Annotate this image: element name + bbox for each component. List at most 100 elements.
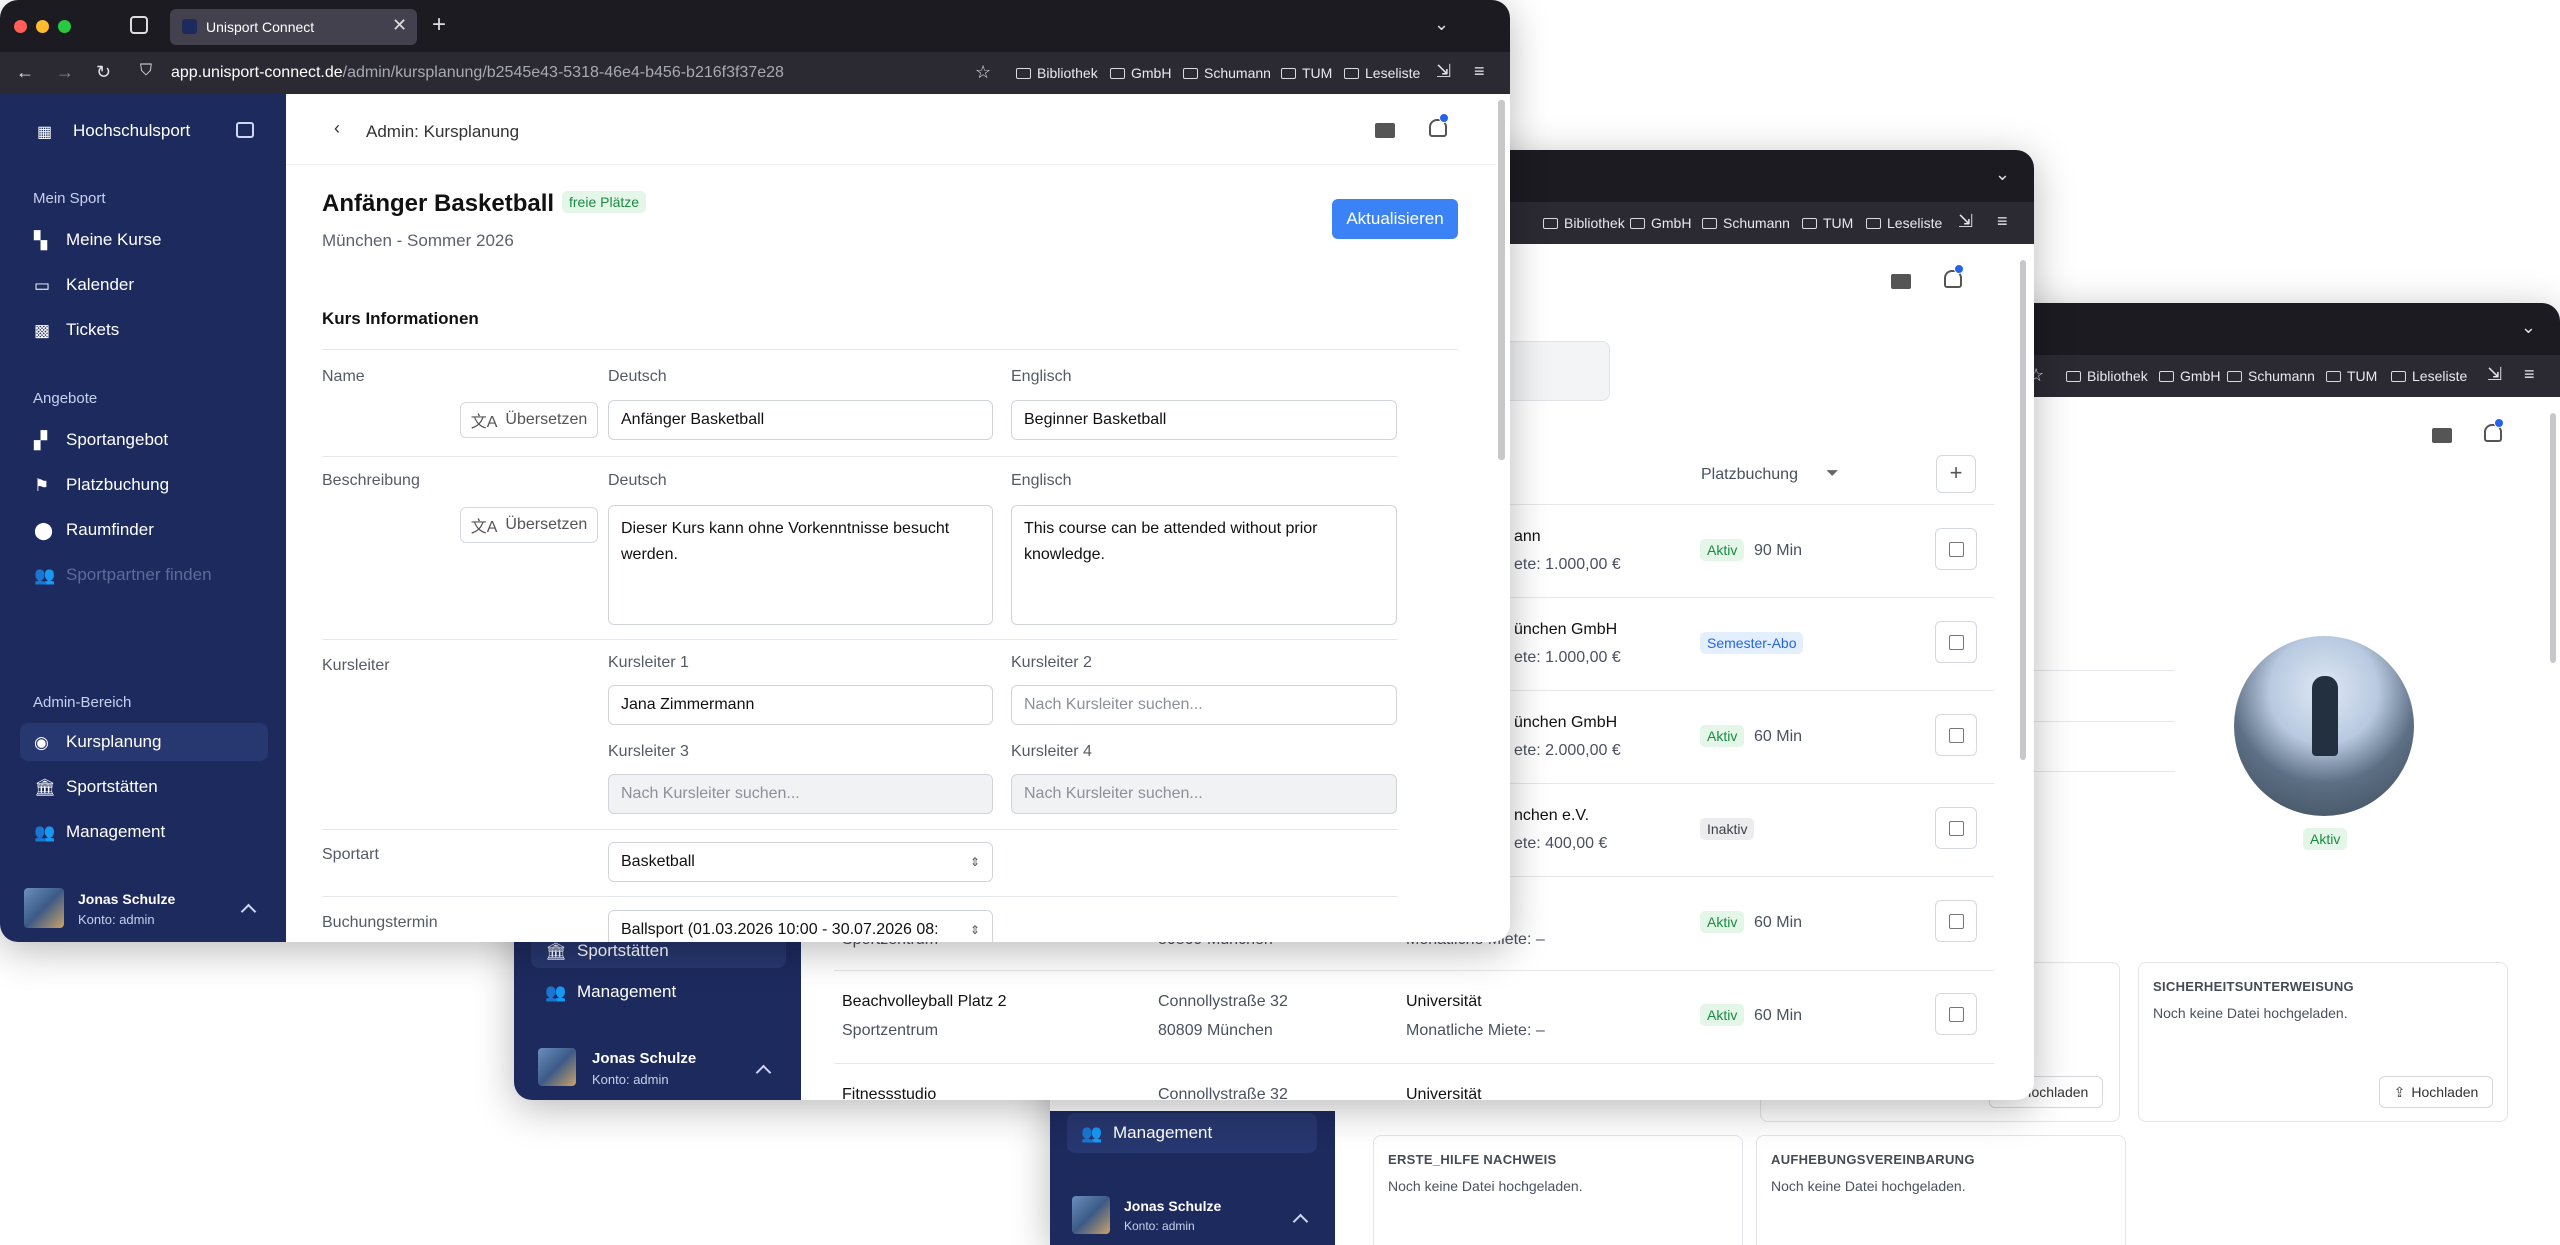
sidebar-item-label: Management bbox=[66, 822, 166, 841]
bookmark-schumann[interactable]: Schumann bbox=[1702, 215, 1790, 231]
edit-button[interactable] bbox=[1935, 807, 1977, 849]
sidebar: 🏛 Sportstätten 👥 Management Jonas Schulze … bbox=[514, 934, 801, 1100]
bookmark-bibliothek[interactable]: Bibliothek bbox=[2066, 368, 2148, 384]
user-role: Konto: admin bbox=[592, 1072, 669, 1087]
sidebar-item-kalender[interactable]: ▭ Kalender bbox=[20, 266, 134, 304]
mail-icon[interactable] bbox=[2432, 428, 2452, 443]
bookmark-tum[interactable]: TUM bbox=[1281, 65, 1332, 81]
sidebar-item-kursplanung[interactable]: ◉ Kursplanung bbox=[20, 723, 268, 761]
extensions-icon[interactable]: ⇲ bbox=[1436, 62, 1451, 80]
bookmark-schumann[interactable]: Schumann bbox=[2227, 368, 2315, 384]
back-icon[interactable]: ← bbox=[16, 63, 34, 81]
bookmark-bibliothek[interactable]: Bibliothek bbox=[1016, 65, 1098, 81]
name-de-input[interactable]: Anfänger Basketball bbox=[608, 400, 993, 440]
bookmark-schumann[interactable]: Schumann bbox=[1183, 65, 1271, 81]
collapse-sidebar-icon[interactable] bbox=[236, 122, 254, 138]
reload-icon[interactable]: ↻ bbox=[96, 63, 111, 81]
url-bar[interactable]: app.unisport-connect.de/admin/kursplanun… bbox=[171, 64, 784, 82]
bookmark-tum[interactable]: TUM bbox=[2326, 368, 2377, 384]
mail-icon[interactable] bbox=[1375, 123, 1395, 138]
scrollbar[interactable] bbox=[2020, 260, 2026, 760]
edit-button[interactable] bbox=[1935, 714, 1977, 756]
bookmark-leseliste[interactable]: Leseliste bbox=[2391, 368, 2467, 384]
forward-icon[interactable]: → bbox=[56, 63, 74, 81]
maximize-window-button[interactable] bbox=[58, 20, 71, 33]
chevron-up-icon[interactable] bbox=[240, 903, 257, 920]
grid-plus-icon: ▞ bbox=[34, 431, 48, 450]
bookmark-bibliothek[interactable]: Bibliothek bbox=[1543, 215, 1625, 231]
buchungstermin-select[interactable]: Ballsport (01.03.2026 10:00 - 30.07.2026… bbox=[608, 910, 993, 942]
bookmark-label: Leseliste bbox=[1365, 65, 1421, 81]
edit-button[interactable] bbox=[1935, 900, 1977, 942]
bookmark-tum[interactable]: TUM bbox=[1802, 215, 1853, 231]
upload-button[interactable]: ⇪ Hochladen bbox=[2379, 1076, 2493, 1108]
user-name: Jonas Schulze bbox=[78, 891, 176, 907]
brand-name: Hochschulsport bbox=[73, 121, 191, 140]
scrollbar[interactable] bbox=[2550, 413, 2556, 663]
minimize-window-button[interactable] bbox=[36, 20, 49, 33]
bookmark-gmbh[interactable]: GmbH bbox=[1110, 65, 1171, 81]
chevron-up-icon[interactable] bbox=[755, 1064, 772, 1081]
translate-button[interactable]: 文A Übersetzen bbox=[460, 402, 598, 438]
bookmark-label: Schumann bbox=[1723, 215, 1790, 231]
edit-button[interactable] bbox=[1935, 528, 1977, 570]
monthly-rent: ete: 1.000,00 € bbox=[1514, 556, 1621, 573]
name-en-input[interactable]: Beginner Basketball bbox=[1011, 400, 1397, 440]
profile-photo bbox=[2234, 636, 2414, 816]
mail-icon[interactable] bbox=[1891, 274, 1911, 289]
brand-logo-icon: ▦ bbox=[37, 124, 53, 141]
browser-tab[interactable]: Unisport Connect ✕ bbox=[170, 9, 417, 45]
update-button[interactable]: Aktualisieren bbox=[1332, 199, 1458, 239]
menu-icon[interactable]: ≡ bbox=[2524, 365, 2535, 383]
sidebar-item-tickets[interactable]: ▩ Tickets bbox=[20, 311, 119, 349]
bookmark-label: TUM bbox=[2347, 368, 2378, 384]
extensions-icon[interactable]: ⇲ bbox=[2487, 365, 2502, 383]
bookmark-leseliste[interactable]: Leseliste bbox=[1344, 65, 1420, 81]
sidebar-item-sportangebot[interactable]: ▞ Sportangebot bbox=[20, 421, 168, 459]
sidebar-item-meine-kurse[interactable]: ▚ Meine Kurse bbox=[20, 221, 161, 259]
new-tab-icon[interactable]: + bbox=[432, 11, 446, 39]
extensions-icon[interactable]: ⇲ bbox=[1958, 212, 1973, 230]
chevron-up-icon[interactable] bbox=[1292, 1213, 1309, 1230]
translate-button[interactable]: 文A Übersetzen bbox=[460, 507, 598, 543]
kursleiter4-label: Kursleiter 4 bbox=[1011, 743, 1092, 760]
star-icon[interactable]: ☆ bbox=[975, 63, 991, 81]
kursleiter4-input[interactable]: Nach Kursleiter suchen... bbox=[1011, 774, 1397, 814]
sidebar-item-management[interactable]: 👥 Management bbox=[1067, 1113, 1317, 1153]
edit-button[interactable] bbox=[1935, 621, 1977, 663]
users-icon: 👥 bbox=[34, 566, 56, 585]
back-arrow-icon[interactable]: ‹ bbox=[334, 118, 340, 139]
description-de-textarea[interactable]: Dieser Kurs kann ohne Vorkenntnisse besu… bbox=[608, 505, 993, 625]
bookmark-gmbh[interactable]: GmbH bbox=[2159, 368, 2220, 384]
menu-icon[interactable]: ≡ bbox=[1997, 212, 2008, 230]
location-pin-icon: ⬤ bbox=[34, 521, 54, 540]
kursleiter3-input[interactable]: Nach Kursleiter suchen... bbox=[608, 774, 993, 814]
sidebar-item-raumfinder[interactable]: ⬤ Raumfinder bbox=[20, 511, 154, 549]
kursleiter2-input[interactable]: Nach Kursleiter suchen... bbox=[1011, 685, 1397, 725]
close-window-button[interactable] bbox=[14, 20, 27, 33]
tab-groups-icon[interactable] bbox=[130, 16, 148, 34]
close-tab-icon[interactable]: ✕ bbox=[392, 15, 407, 36]
sidebar-item-management[interactable]: 👥 Management bbox=[531, 973, 676, 1011]
breadcrumb[interactable]: Admin: Kursplanung bbox=[366, 122, 519, 142]
tab-list-chevron-icon[interactable]: ⌄ bbox=[2521, 317, 2536, 338]
bookmark-gmbh[interactable]: GmbH bbox=[1630, 215, 1691, 231]
edit-button[interactable] bbox=[1935, 993, 1977, 1035]
menu-icon[interactable]: ≡ bbox=[1474, 62, 1485, 80]
owner-name: ünchen GmbH bbox=[1514, 714, 1618, 731]
add-button[interactable]: + bbox=[1936, 455, 1976, 493]
sidebar-item-management[interactable]: 👥 Management bbox=[20, 813, 165, 851]
sidebar-item-sportstaetten[interactable]: 🏛 Sportstätten bbox=[20, 768, 158, 806]
kursleiter1-input[interactable]: Jana Zimmermann bbox=[608, 685, 993, 725]
tab-list-chevron-icon[interactable]: ⌄ bbox=[1995, 164, 2010, 185]
description-en-textarea[interactable]: This course can be attended without prio… bbox=[1011, 505, 1397, 625]
tab-list-chevron-icon[interactable]: ⌄ bbox=[1434, 14, 1449, 35]
scrollbar[interactable] bbox=[1498, 100, 1505, 460]
bookmark-leseliste[interactable]: Leseliste bbox=[1866, 215, 1942, 231]
sidebar-item-platzbuchung[interactable]: ⚑ Platzbuchung bbox=[20, 466, 169, 504]
translate-label: Übersetzen bbox=[505, 516, 588, 533]
page-subtitle: München - Sommer 2026 bbox=[322, 231, 514, 250]
filter-icon[interactable]: ⏷ bbox=[1826, 465, 1839, 483]
duration: 60 Min bbox=[1754, 728, 1803, 745]
sportart-select[interactable]: Basketball ⇕ bbox=[608, 842, 993, 882]
